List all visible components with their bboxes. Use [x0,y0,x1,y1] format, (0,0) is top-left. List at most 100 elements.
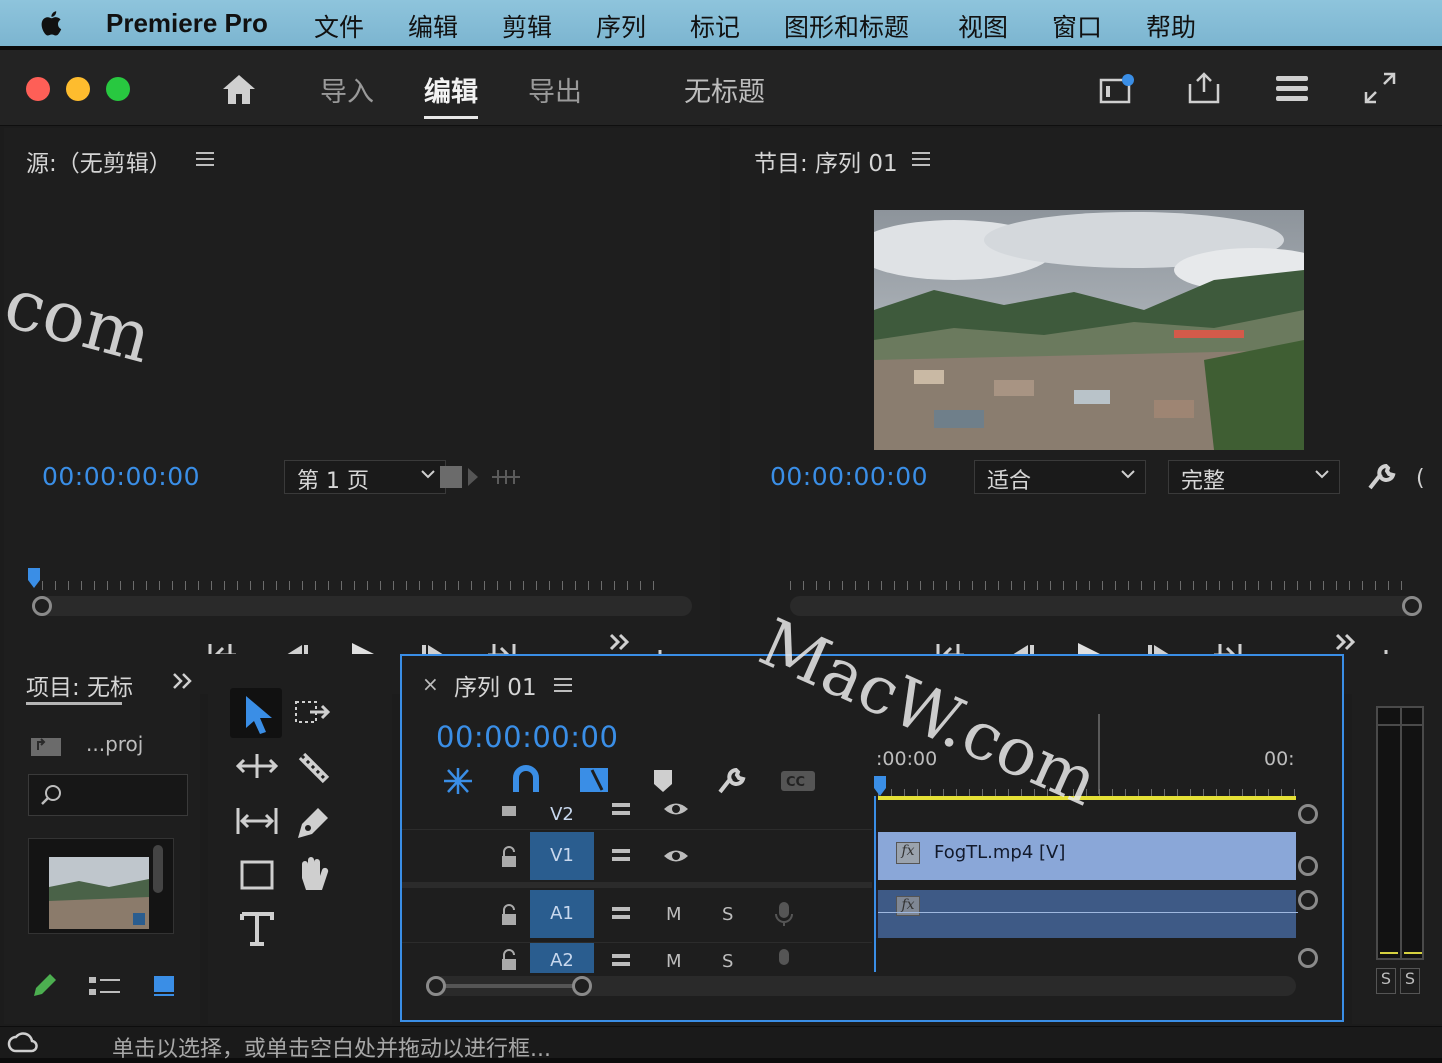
timeline-sequence-title[interactable]: 序列 01 [454,668,537,702]
track-label-a1[interactable]: A1 [530,890,594,938]
program-fit-select[interactable]: 适合 [974,460,1146,494]
fx-badge[interactable]: fx [896,842,920,864]
rectangle-tool-icon[interactable] [232,850,282,900]
program-monitor-title[interactable]: 节目: 序列 01 [754,144,898,178]
menu-graphics[interactable]: 图形和标题 [784,8,909,44]
add-marker-icon[interactable] [652,768,674,794]
pen-tool-icon[interactable] [288,796,338,846]
timeline-playhead-icon[interactable] [872,774,888,798]
timeline-panel-menu-icon[interactable] [554,678,572,692]
selection-tool-icon[interactable] [232,688,282,738]
audio-clip[interactable]: fx [876,890,1298,938]
source-zoom-scrollbar[interactable] [34,596,692,616]
slip-tool-icon[interactable] [232,796,282,846]
timeline-settings-icon[interactable] [716,766,748,796]
timeline-scroll-left-handle[interactable] [426,976,446,996]
lock-icon[interactable] [500,846,518,868]
track-label-v1[interactable]: V1 [530,832,594,880]
sync-lock-icon[interactable] [610,951,636,971]
drag-video-audio-icon[interactable] [436,462,526,492]
menu-clip[interactable]: 剪辑 [502,8,552,44]
source-zoom-handle[interactable] [32,596,52,616]
solo-left-button[interactable]: S [1376,968,1396,994]
program-time-ruler[interactable] [790,572,1410,590]
nest-sequence-icon[interactable] [442,766,474,796]
project-search-input[interactable] [28,774,188,816]
timeline-scroll-thumb[interactable] [436,984,582,988]
program-quality-select[interactable]: 完整 [1168,460,1340,494]
hand-tool-icon[interactable] [288,850,338,900]
menu-sequence[interactable]: 序列 [596,8,646,44]
sync-lock-icon[interactable] [610,846,636,866]
icon-view-icon[interactable] [152,974,176,998]
project-panel-title[interactable]: 项目: 无标 [26,668,133,702]
ripple-edit-tool-icon[interactable] [232,742,282,792]
home-icon[interactable] [220,72,258,106]
workspaces-icon[interactable] [1274,74,1310,104]
video-audio-divider[interactable] [402,882,872,888]
mute-button[interactable]: M [666,904,682,925]
more-controls-icon[interactable] [1334,632,1358,652]
source-page-select[interactable]: 第 1 页 [284,460,446,494]
menu-file[interactable]: 文件 [314,8,364,44]
captions-icon[interactable]: CC [780,770,816,792]
razor-tool-icon[interactable] [288,742,338,792]
video-clip[interactable]: fx FogTL.mp4 [V] [876,832,1296,880]
fullscreen-icon[interactable] [1362,70,1398,106]
menu-view[interactable]: 视图 [958,8,1008,44]
menu-window[interactable]: 窗口 [1052,8,1102,44]
list-view-icon[interactable] [88,974,122,998]
panel-overflow-icon[interactable]: ( [1416,466,1425,491]
source-time-ruler[interactable] [42,572,662,590]
program-panel-menu-icon[interactable] [912,152,930,166]
voiceover-mic-icon[interactable] [774,900,794,928]
share-icon[interactable] [1186,70,1222,106]
menu-edit[interactable]: 编辑 [408,8,458,44]
apple-icon[interactable] [38,8,68,38]
source-panel-menu-icon[interactable] [196,152,214,166]
fx-badge[interactable]: fx [896,896,920,916]
solo-button[interactable]: S [722,951,733,972]
voiceover-mic-icon[interactable] [774,947,794,975]
menu-help[interactable]: 帮助 [1146,8,1196,44]
program-timecode[interactable]: 00:00:00:00 [770,462,928,491]
sync-lock-icon[interactable] [610,904,636,924]
a-zoom-handle-bottom[interactable] [1298,948,1318,968]
lock-icon[interactable] [500,904,518,926]
source-monitor-title[interactable]: 源:（无剪辑） [26,144,172,178]
tab-import[interactable]: 导入 [320,70,374,109]
tab-edit[interactable]: 编辑 [424,70,478,119]
track-select-tool-icon[interactable] [288,688,338,738]
menu-marker[interactable]: 标记 [690,8,740,44]
quick-export-icon[interactable] [1098,72,1136,106]
thumbnail-scrollbar[interactable] [153,845,163,893]
project-clip-thumbnail[interactable] [28,838,174,934]
program-zoom-handle[interactable] [1402,596,1422,616]
v-zoom-handle-top[interactable] [1298,804,1318,824]
tab-export[interactable]: 导出 [528,70,582,109]
lock-icon[interactable] [500,800,518,816]
close-window-button[interactable] [26,77,50,101]
snap-magnet-icon[interactable] [510,764,542,796]
lock-icon[interactable] [500,949,518,971]
folder-up-icon[interactable] [30,734,62,758]
sync-lock-icon[interactable] [610,800,636,820]
mute-button[interactable]: M [666,951,682,972]
track-label-v2[interactable]: V2 [530,802,594,830]
timeline-timecode[interactable]: 00:00:00:00 [436,720,618,754]
creative-cloud-icon[interactable] [6,1031,38,1057]
eye-icon[interactable] [662,798,690,820]
pencil-icon[interactable] [30,972,58,1000]
minimize-window-button[interactable] [66,77,90,101]
type-tool-icon[interactable] [232,904,282,954]
menu-app-name[interactable]: Premiere Pro [106,8,268,39]
a-zoom-handle-top[interactable] [1298,890,1318,910]
v-zoom-handle-bottom[interactable] [1298,856,1318,876]
source-playhead-icon[interactable] [26,566,42,590]
solo-right-button[interactable]: S [1400,968,1420,994]
wrench-settings-icon[interactable] [1366,462,1398,492]
more-panels-icon[interactable] [172,672,194,690]
linked-selection-icon[interactable] [578,764,610,796]
zoom-window-button[interactable] [106,77,130,101]
solo-button[interactable]: S [722,904,733,925]
